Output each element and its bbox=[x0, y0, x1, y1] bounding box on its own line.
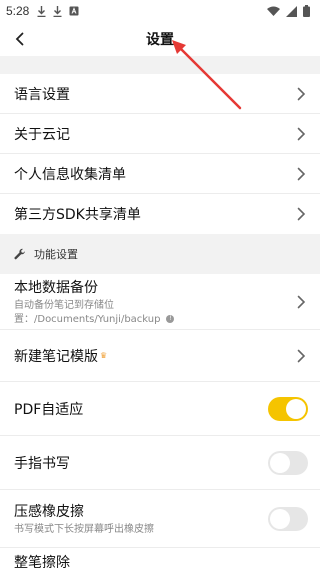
row-description: 自动备份笔记到存储位置：/Documents/Yunji/backup! bbox=[14, 299, 246, 327]
chevron-right-icon bbox=[297, 295, 306, 308]
section-header-feature-settings: 功能设置 bbox=[0, 234, 320, 274]
battery-icon bbox=[303, 5, 310, 17]
chevron-right-icon bbox=[297, 167, 306, 180]
row-label: PDF自适应 bbox=[14, 401, 84, 418]
back-button[interactable] bbox=[6, 24, 34, 54]
row-label: 语言设置 bbox=[14, 86, 70, 103]
app-header: 设置 bbox=[0, 22, 320, 56]
row-finger-writing: 手指书写 bbox=[0, 436, 320, 490]
row-label: 第三方SDK共享清单 bbox=[14, 207, 141, 223]
row-stroke-erase[interactable]: 整笔擦除 bbox=[0, 548, 320, 578]
toggle-knob bbox=[270, 508, 290, 529]
chevron-left-icon bbox=[15, 32, 24, 46]
row-new-note-template[interactable]: 新建笔记模版 ♛ bbox=[0, 330, 320, 382]
system-icons bbox=[267, 5, 310, 17]
row-label: 本地数据备份 bbox=[14, 279, 98, 296]
row-label: 整笔擦除 bbox=[14, 555, 70, 571]
row-local-backup[interactable]: 本地数据备份 自动备份笔记到存储位置：/Documents/Yunji/back… bbox=[0, 274, 320, 330]
status-time: 5:28 bbox=[6, 4, 30, 18]
chevron-right-icon bbox=[297, 349, 306, 362]
chevron-right-icon bbox=[297, 87, 306, 100]
download-icon bbox=[37, 5, 46, 17]
signal-icon bbox=[286, 5, 297, 17]
pressure-eraser-toggle[interactable] bbox=[268, 506, 308, 531]
notification-icons bbox=[37, 5, 79, 17]
row-pdf-adapt: PDF自适应 bbox=[0, 382, 320, 436]
page-title: 设置 bbox=[146, 32, 174, 48]
section-title: 功能设置 bbox=[34, 248, 78, 261]
row-language-settings[interactable]: 语言设置 bbox=[0, 74, 320, 114]
row-personal-info-list[interactable]: 个人信息收集清单 bbox=[0, 154, 320, 194]
app-notification-icon bbox=[69, 6, 79, 16]
backup-path-text: 自动备份笔记到存储位置：/Documents/Yunji/backup bbox=[14, 299, 161, 325]
wifi-icon bbox=[267, 6, 280, 16]
about-group: 语言设置 关于云记 个人信息收集清单 第三方SDK共享清单 bbox=[0, 74, 320, 234]
row-pressure-eraser: 压感橡皮擦 书写模式下长按屏幕呼出橡皮擦 bbox=[0, 490, 320, 548]
settings-content: 语言设置 关于云记 个人信息收集清单 第三方SDK共享清单 功能设置 本地数据备… bbox=[0, 56, 320, 578]
download-icon bbox=[53, 5, 62, 17]
row-label: 压感橡皮擦 bbox=[14, 503, 84, 520]
feature-group: 本地数据备份 自动备份笔记到存储位置：/Documents/Yunji/back… bbox=[0, 274, 320, 578]
row-label: 手指书写 bbox=[14, 455, 70, 472]
pdf-adapt-toggle[interactable] bbox=[268, 396, 308, 421]
row-description: 书写模式下长按屏幕呼出橡皮擦 bbox=[14, 523, 154, 535]
finger-writing-toggle[interactable] bbox=[268, 450, 308, 475]
info-icon[interactable]: ! bbox=[166, 314, 175, 323]
chevron-right-icon bbox=[297, 127, 306, 140]
row-label: 个人信息收集清单 bbox=[14, 166, 126, 183]
row-third-party-sdk-list[interactable]: 第三方SDK共享清单 bbox=[0, 194, 320, 234]
row-label: 新建笔记模版 bbox=[14, 348, 98, 365]
toggle-knob bbox=[286, 398, 306, 419]
row-about[interactable]: 关于云记 bbox=[0, 114, 320, 154]
row-label: 关于云记 bbox=[14, 126, 70, 143]
toggle-knob bbox=[270, 452, 290, 473]
chevron-right-icon bbox=[297, 207, 306, 221]
vip-crown-icon: ♛ bbox=[100, 351, 108, 360]
wrench-icon bbox=[14, 248, 25, 260]
status-bar: 5:28 bbox=[0, 0, 320, 22]
top-gap bbox=[0, 56, 320, 74]
